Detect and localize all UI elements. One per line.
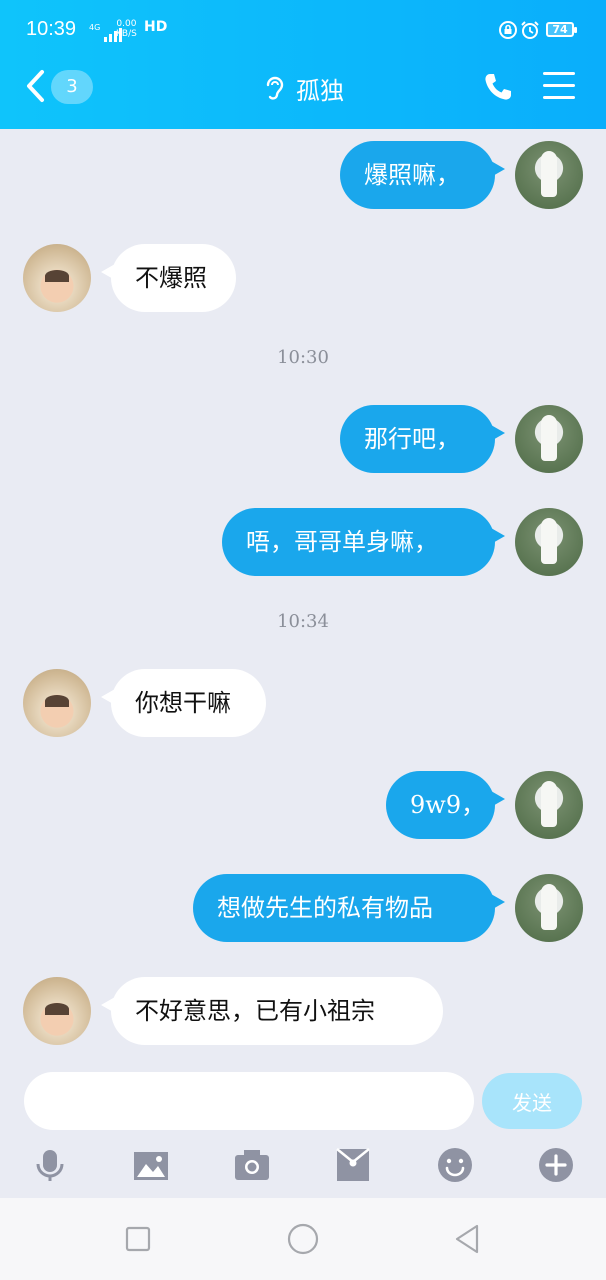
hd-indicator: HD [144, 19, 168, 35]
incoming-bubble[interactable]: 不好意思，已有小祖宗 [101, 977, 443, 1045]
camera-icon[interactable] [233, 1146, 271, 1184]
status-time: 10:39 [26, 18, 77, 40]
my-avatar[interactable] [515, 771, 583, 839]
contact-avatar[interactable] [23, 244, 91, 312]
menu-icon[interactable] [543, 72, 575, 100]
message-timestamp: 10:34 [277, 611, 329, 632]
battery-icon: 74 [546, 22, 577, 37]
outgoing-bubble[interactable]: 那行吧， [340, 405, 505, 473]
message-list[interactable]: 爆照嘛， 不爆照 10:30 那行吧， 唔，哥哥单身嘛， 10:34 你想干嘛 … [0, 129, 606, 1069]
my-avatar[interactable] [515, 874, 583, 942]
contact-avatar[interactable] [23, 669, 91, 737]
microphone-icon[interactable] [31, 1146, 69, 1184]
chat-title-area: 孤独 [0, 70, 606, 106]
contact-name: 孤独 [296, 76, 344, 105]
lock-rotation-icon [499, 21, 517, 39]
back-nav-icon[interactable] [451, 1222, 485, 1256]
red-packet-icon[interactable] [334, 1146, 372, 1184]
home-icon[interactable] [286, 1222, 320, 1256]
send-button[interactable]: 发送 [482, 1073, 582, 1129]
composer-toolbar [0, 1140, 606, 1195]
battery-level: 74 [552, 23, 568, 36]
alarm-icon [521, 21, 539, 39]
message-input[interactable] [24, 1072, 474, 1130]
my-avatar[interactable] [515, 508, 583, 576]
network-speed: 0.00 KB/S [116, 19, 137, 39]
my-avatar[interactable] [515, 405, 583, 473]
outgoing-bubble[interactable]: 爆照嘛， [340, 141, 505, 209]
contact-avatar[interactable] [23, 977, 91, 1045]
incoming-bubble[interactable]: 你想干嘛 [101, 669, 266, 737]
outgoing-bubble[interactable]: 9w9， [386, 771, 505, 839]
emoji-icon[interactable] [436, 1146, 474, 1184]
network-type: 4G [89, 23, 101, 32]
status-bar: 10:39 4G 0.00 KB/S HD 74 [0, 0, 606, 60]
outgoing-bubble[interactable]: 想做先生的私有物品 [193, 874, 505, 942]
outgoing-bubble[interactable]: 唔，哥哥单身嘛， [222, 508, 505, 576]
plus-icon[interactable] [537, 1146, 575, 1184]
recent-apps-icon[interactable] [121, 1222, 155, 1256]
chat-header: 10:39 4G 0.00 KB/S HD 74 3 孤独 [0, 0, 606, 129]
system-navigation-bar [0, 1198, 606, 1280]
phone-icon[interactable] [482, 71, 514, 103]
my-avatar[interactable] [515, 141, 583, 209]
message-timestamp: 10:30 [277, 347, 329, 368]
image-icon[interactable] [132, 1146, 170, 1184]
network-speed-value: 0.00 [116, 19, 137, 29]
network-speed-unit: KB/S [116, 29, 137, 39]
ear-icon[interactable] [262, 73, 286, 103]
incoming-bubble[interactable]: 不爆照 [101, 244, 236, 312]
